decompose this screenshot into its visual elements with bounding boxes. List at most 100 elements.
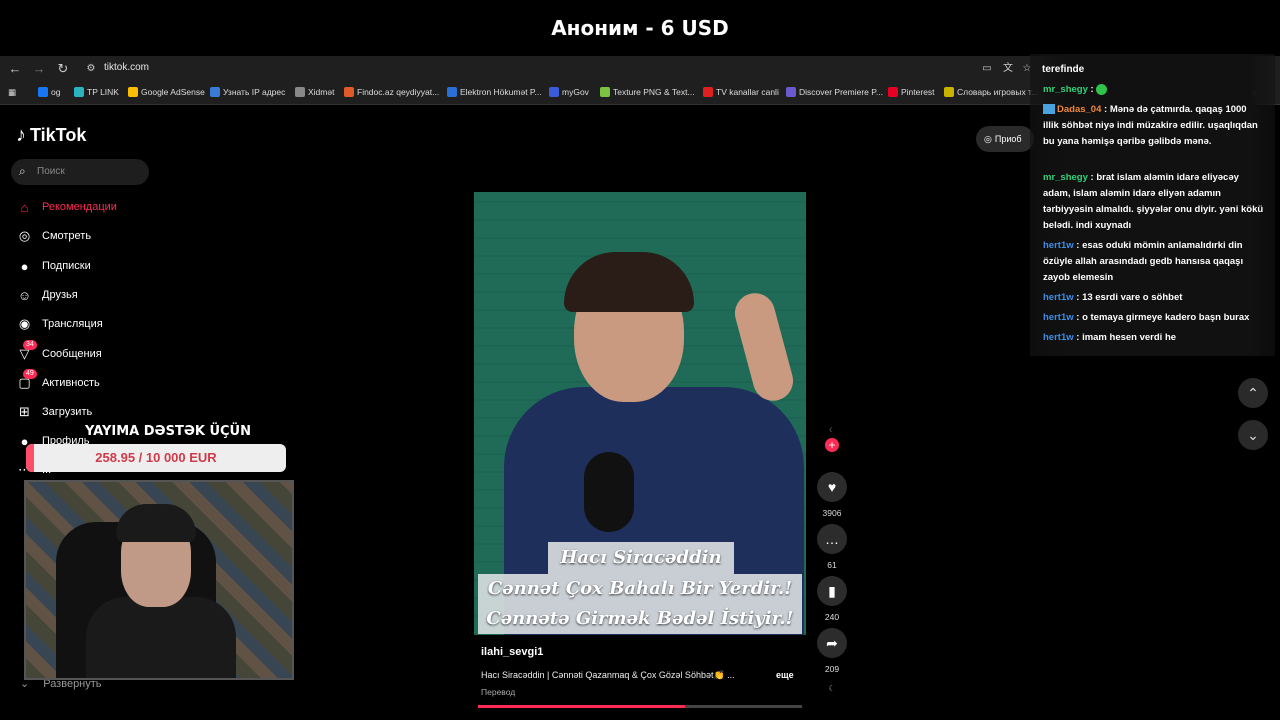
donation-goal-value: 258.95 / 10 000 EUR — [95, 450, 217, 465]
donation-goal-title: YAYIMA DƏSTƏK ÜÇÜN — [85, 424, 251, 439]
action-bookmark[interactable]: ▮ 240 — [817, 576, 847, 622]
previous-video-button[interactable]: ⌃ — [1238, 378, 1268, 408]
bookmark-item[interactable]: Discover Premiere P... — [786, 87, 883, 97]
bookmark-item[interactable]: Xidmət — [295, 87, 334, 97]
video-player[interactable]: Hacı Siracəddin Cənnət Çox Bahalı Bir Ye… — [474, 192, 806, 635]
sidebar-item[interactable]: ● Подписки — [16, 256, 91, 276]
chat-header: terefinde — [1042, 64, 1085, 75]
app-icon: ◎ — [984, 133, 992, 144]
address-bar[interactable]: tiktok.com — [104, 62, 149, 73]
sidebar-item[interactable]: ▽ 34 Сообщения — [16, 339, 102, 364]
tiktok-wordmark: TikTok — [30, 125, 87, 145]
chat-username: hert1w — [1043, 240, 1074, 251]
action-count: 61 — [827, 560, 837, 570]
bookmark-label: TP LINK — [87, 87, 119, 97]
search-icon: ⌕ — [19, 164, 26, 178]
tiktok-logo[interactable]: ♪ TikTok — [16, 124, 86, 147]
bookmark-favicon-icon — [786, 87, 796, 97]
sidebar-item[interactable]: ◉ Трансляция — [16, 314, 103, 334]
bookmark-icon[interactable]: ▮ — [817, 576, 847, 606]
comment-icon[interactable]: … — [817, 524, 847, 554]
sidebar-item-label: Друзья — [42, 289, 78, 301]
get-app-button[interactable]: ◎ Приоб — [976, 126, 1034, 152]
bookmark-item[interactable]: Google AdSense — [128, 87, 205, 97]
bookmark-label: Google AdSense — [141, 87, 205, 97]
stream-chat: terefinde mr_shegy : Dadas_04 : Mənə də … — [1030, 54, 1275, 356]
site-info-icon[interactable]: ⚙ — [84, 62, 98, 76]
video-author[interactable]: ilahi_sevgi1 — [481, 646, 543, 658]
bookmark-favicon-icon — [600, 87, 610, 97]
search-placeholder: Поиск — [37, 166, 65, 177]
bookmark-item[interactable]: Texture PNG & Text... — [600, 87, 695, 97]
home-icon: ⌂ — [20, 199, 29, 215]
sidebar-item[interactable]: ▢ 49 Активность — [16, 368, 100, 393]
chat-username: hert1w — [1043, 292, 1074, 303]
bookmark-label: Xidmət — [308, 87, 335, 97]
bookmark-favicon-icon — [295, 87, 305, 97]
bookmark-item[interactable]: TP LINK — [74, 87, 119, 97]
chat-username: hert1w — [1043, 312, 1074, 323]
bookmark-favicon-icon — [344, 87, 354, 97]
get-app-label: Приоб — [994, 134, 1022, 144]
description-more-link[interactable]: еще — [776, 670, 794, 680]
sidebar-item[interactable]: ◎ Смотреть — [16, 226, 91, 246]
upload-icon: ⊞ — [19, 404, 30, 419]
chat-text: : esas oduki mömin anlamalıdırki din özü… — [1043, 240, 1246, 283]
activity-icon: ▢ 49 — [16, 368, 37, 392]
chat-text: : o temaya girmeye kadero başn burax — [1073, 312, 1250, 323]
action-heart[interactable]: ♥ 3906 — [817, 472, 847, 518]
donation-alert: Аноним - 6 USD — [0, 0, 1280, 56]
bookmark-item[interactable]: Узнать IP адрес — [210, 87, 285, 97]
video-progress-bar[interactable] — [478, 705, 802, 708]
sidebar-item-label: Сообщения — [42, 348, 102, 360]
bookmark-label: Pinterest — [901, 87, 935, 97]
chat-username: mr_shegy — [1043, 172, 1088, 183]
forward-icon[interactable]: → — [32, 62, 46, 76]
bookmark-label: Texture PNG & Text... — [613, 87, 695, 97]
apps-grid-icon[interactable]: ▦ — [8, 87, 16, 98]
compass-icon: ◎ — [18, 228, 31, 243]
install-icon[interactable]: ▭ — [980, 62, 994, 76]
heart-icon[interactable]: ♥ — [817, 472, 847, 502]
chat-username: mr_shegy — [1043, 84, 1088, 95]
search-input[interactable]: ⌕ Поиск — [11, 159, 149, 185]
share-icon[interactable]: ➦ — [817, 628, 847, 658]
chat-message: hert1w : esas oduki mömin anlamalıdırki … — [1043, 238, 1265, 286]
sidebar-item-label: Трансляция — [42, 318, 103, 330]
bookmark-label: Findoc.az qeydiyyat... — [357, 87, 440, 97]
bookmark-item[interactable]: Findoc.az qeydiyyat... — [344, 87, 439, 97]
action-comment[interactable]: … 61 — [817, 524, 847, 570]
action-share[interactable]: ➦ 209 — [817, 628, 847, 674]
translate-icon[interactable]: 文 — [1001, 62, 1015, 76]
badge-icon — [1043, 104, 1055, 115]
sound-disc-icon[interactable]: ☾ — [817, 684, 847, 693]
bookmark-item[interactable]: Elektron Hökumət P... — [447, 87, 542, 97]
chat-message: mr_shegy : — [1043, 82, 1265, 98]
next-video-button[interactable]: ⌄ — [1238, 420, 1268, 450]
back-icon[interactable]: ← — [8, 62, 22, 76]
sidebar-item[interactable]: ⌂ Рекомендации — [16, 197, 117, 217]
bookmark-item[interactable]: Pinterest — [888, 87, 935, 97]
sidebar-item[interactable]: ☺ Друзья — [16, 285, 78, 305]
chat-text: : imam hesen verdi he — [1073, 332, 1177, 343]
bookmark-label: og — [51, 87, 61, 97]
translate-link[interactable]: Перевод — [481, 687, 515, 697]
follow-plus-icon[interactable]: + — [825, 438, 839, 452]
reload-icon[interactable]: ↻ — [56, 62, 70, 76]
bookmark-item[interactable]: myGov — [549, 87, 589, 97]
bookmark-item[interactable]: TV kanallar canli — [703, 87, 779, 97]
sidebar-item[interactable]: ⊞ Загрузить — [16, 402, 92, 422]
bookmark-item[interactable]: og — [38, 87, 60, 97]
chat-message: mr_shegy : brat islam aləmin idarə eliyə… — [1043, 170, 1265, 234]
bookmark-item[interactable]: Словарь игровых т... — [944, 87, 1038, 97]
bookmark-favicon-icon — [128, 87, 138, 97]
tiktok-note-icon: ♪ — [16, 124, 26, 146]
chat-username: Dadas_04 — [1057, 104, 1102, 115]
creator-avatar[interactable]: ☾ + — [817, 427, 847, 452]
sidebar-item-label: Загрузить — [42, 406, 93, 418]
chat-username: hert1w — [1043, 332, 1074, 343]
sidebar-item-label: Активность — [42, 377, 100, 389]
friends-icon: ☺ — [17, 287, 32, 303]
sidebar-item-label: Подписки — [42, 260, 91, 272]
action-count: 240 — [824, 612, 840, 622]
